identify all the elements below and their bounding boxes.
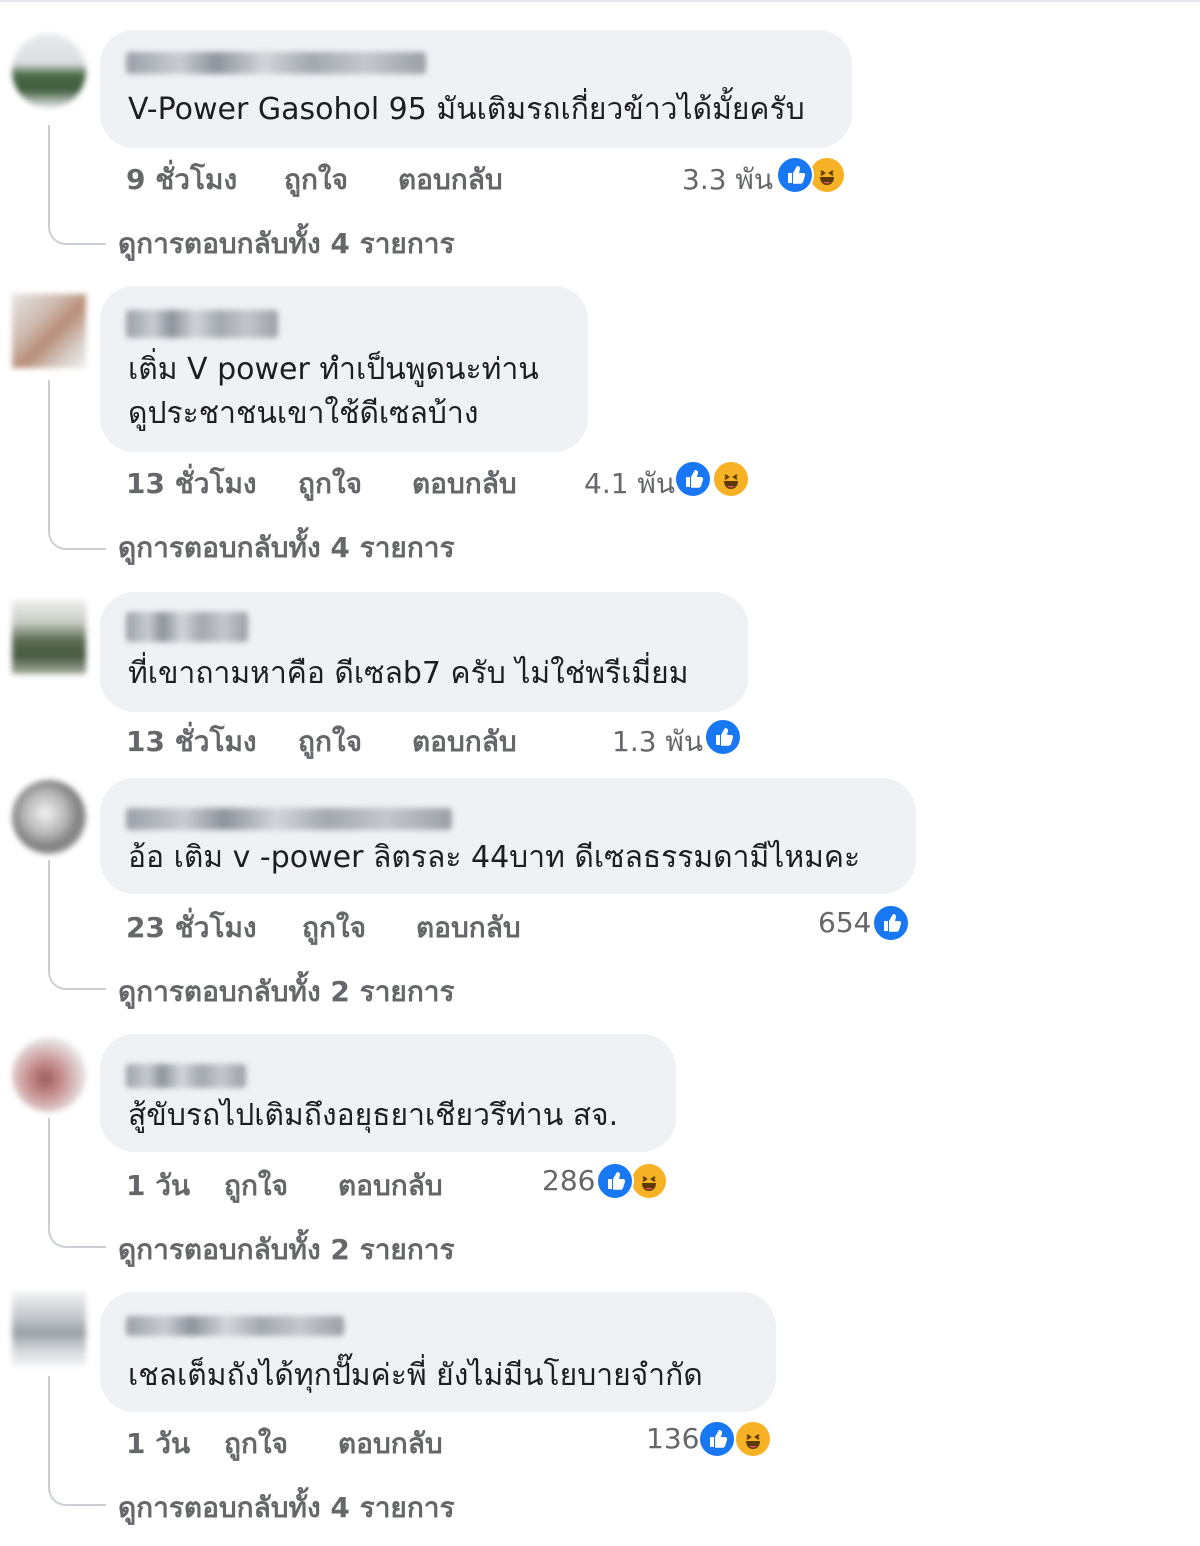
reply-button[interactable]: ตอบกลับ [416, 906, 521, 950]
comment-bubble: V-Power Gasohol 95 มันเติมรถเกี่ยวข้าวได… [100, 30, 852, 148]
comment-text-line-1: เติ่ม V power ทำเป็นพูดนะท่าน [128, 352, 539, 387]
avatar[interactable] [12, 1292, 86, 1366]
comment-time[interactable]: 1 วัน [126, 1164, 190, 1208]
reaction-icons[interactable] [776, 156, 856, 196]
reply-button[interactable]: ตอบกลับ [412, 462, 517, 506]
like-icon [872, 904, 910, 942]
view-replies-link[interactable]: ดูการตอบกลับทั้ง 4 รายการ [118, 222, 455, 266]
reaction-count[interactable]: 286 [542, 1164, 595, 1197]
reaction-icons[interactable] [698, 1420, 778, 1460]
comment-bubble: เชลเต็มถังได้ทุกปั๊มค่ะพี่ ยังไม่มีนโยบา… [100, 1292, 776, 1412]
comment-time[interactable]: 13 ชั่วโมง [126, 720, 257, 764]
avatar[interactable] [12, 600, 86, 674]
author-name-blurred[interactable] [126, 310, 278, 338]
reaction-icons[interactable] [674, 460, 754, 500]
reply-button[interactable]: ตอบกลับ [338, 1422, 443, 1466]
comment-time[interactable]: 1 วัน [126, 1422, 190, 1466]
author-name-blurred[interactable] [126, 52, 426, 74]
thread-connector [48, 1118, 106, 1248]
reaction-icons[interactable] [872, 904, 912, 944]
comment-text: ที่เขาถามหาคือ ดีเซลb7 ครับ ไม่ใช่พรีเมี… [128, 656, 689, 691]
reaction-icons[interactable] [596, 1162, 676, 1202]
like-icon [674, 460, 712, 498]
comment-text-line-2: ดูประชาชนเขาใช้ดีเซลบ้าง [128, 396, 479, 431]
reaction-icons[interactable] [704, 718, 744, 758]
reply-button[interactable]: ตอบกลับ [412, 720, 517, 764]
view-replies-link[interactable]: ดูการตอบกลับทั้ง 2 รายการ [118, 1228, 455, 1272]
comment-bubble: สู้ขับรถไปเติมถึงอยุธยาเชียวรึท่าน สจ. [100, 1034, 676, 1152]
comment-time[interactable]: 23 ชั่วโมง [126, 906, 257, 950]
author-name-blurred[interactable] [126, 808, 452, 830]
comment-text: อ้อ เติม v -power ลิตรละ 44บาท ดีเซลธรรม… [128, 840, 861, 875]
reply-button[interactable]: ตอบกลับ [398, 158, 503, 202]
haha-icon [712, 460, 750, 498]
reaction-count[interactable]: 654 [818, 906, 871, 939]
like-button[interactable]: ถูกใจ [284, 158, 348, 202]
author-name-blurred[interactable] [126, 1316, 344, 1336]
comment-time[interactable]: 9 ชั่วโมง [126, 158, 237, 202]
like-button[interactable]: ถูกใจ [224, 1422, 288, 1466]
view-replies-link[interactable]: ดูการตอบกลับทั้ง 4 รายการ [118, 526, 455, 570]
like-button[interactable]: ถูกใจ [302, 906, 366, 950]
like-button[interactable]: ถูกใจ [298, 462, 362, 506]
author-name-blurred[interactable] [126, 612, 248, 642]
reaction-count[interactable]: 4.1 พัน [584, 462, 675, 506]
like-button[interactable]: ถูกใจ [298, 720, 362, 764]
thread-connector [48, 1376, 106, 1506]
like-button[interactable]: ถูกใจ [224, 1164, 288, 1208]
reply-button[interactable]: ตอบกลับ [338, 1164, 443, 1208]
reaction-count[interactable]: 1.3 พัน [612, 720, 703, 764]
avatar[interactable] [12, 1038, 86, 1112]
comment-text: V-Power Gasohol 95 มันเติมรถเกี่ยวข้าวได… [128, 92, 805, 127]
comment-text: เชลเต็มถังได้ทุกปั๊มค่ะพี่ ยังไม่มีนโยบา… [128, 1358, 703, 1393]
avatar[interactable] [12, 34, 86, 108]
view-replies-link[interactable]: ดูการตอบกลับทั้ง 4 รายการ [118, 1486, 455, 1530]
comment-bubble: เติ่ม V power ทำเป็นพูดนะท่าน ดูประชาชนเ… [100, 286, 588, 452]
thread-connector [48, 860, 106, 990]
comment-bubble: อ้อ เติม v -power ลิตรละ 44บาท ดีเซลธรรม… [100, 778, 916, 894]
avatar[interactable] [12, 294, 86, 368]
thread-connector [48, 380, 106, 550]
like-icon [704, 718, 742, 756]
thread-connector [48, 125, 106, 245]
haha-icon [630, 1162, 668, 1200]
like-icon [698, 1420, 736, 1458]
reaction-count[interactable]: 136 [646, 1422, 699, 1455]
author-name-blurred[interactable] [126, 1064, 246, 1088]
reaction-count[interactable]: 3.3 พัน [682, 158, 773, 202]
comment-time[interactable]: 13 ชั่วโมง [126, 462, 257, 506]
view-replies-link[interactable]: ดูการตอบกลับทั้ง 2 รายการ [118, 970, 455, 1014]
comment-text: สู้ขับรถไปเติมถึงอยุธยาเชียวรึท่าน สจ. [128, 1098, 619, 1133]
haha-icon [734, 1420, 772, 1458]
top-divider [0, 0, 1200, 2]
comment-bubble: ที่เขาถามหาคือ ดีเซลb7 ครับ ไม่ใช่พรีเมี… [100, 592, 748, 712]
like-icon [776, 156, 814, 194]
avatar[interactable] [12, 780, 86, 854]
like-icon [596, 1162, 634, 1200]
